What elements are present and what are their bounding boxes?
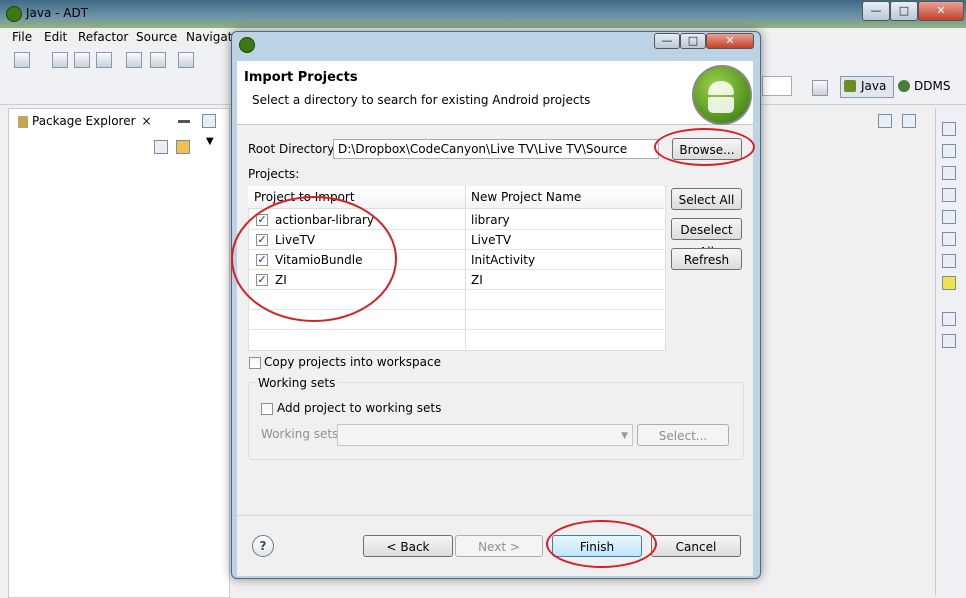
menu-edit[interactable]: Edit (44, 30, 67, 44)
next-button[interactable]: Next > (455, 535, 543, 557)
new-project-name[interactable]: InitActivity (471, 250, 535, 270)
working-sets-select-button[interactable]: Select... (637, 424, 729, 446)
root-directory-field[interactable]: D:\Dropbox\CodeCanyon\Live TV\Live TV\So… (333, 139, 659, 159)
dropdown-arrow-icon: ▼ (621, 431, 628, 441)
java-perspective-icon (844, 80, 856, 92)
window-title: Java - ADT (26, 6, 89, 20)
open-perspective-icon[interactable] (812, 80, 828, 96)
java-perspective-label: Java (861, 79, 887, 93)
menu-navigate[interactable]: Navigat (186, 30, 232, 44)
task-icon[interactable] (178, 52, 194, 68)
projects-label: Projects: (248, 167, 300, 181)
devices-icon[interactable] (942, 254, 956, 268)
outline-icon[interactable] (942, 144, 956, 158)
new-project-name[interactable]: library (471, 210, 510, 230)
download-icon[interactable] (126, 52, 142, 68)
close-button[interactable]: ✕ (918, 1, 964, 21)
ddms-perspective-label: DDMS (914, 79, 951, 93)
android-sdk-icon[interactable] (150, 52, 166, 68)
working-sets-group-title: Working sets (256, 376, 338, 390)
adt-app-icon (6, 6, 22, 22)
print-icon[interactable] (96, 52, 112, 68)
ddms-perspective-icon (898, 80, 910, 92)
annotation-circle-finish (546, 520, 657, 568)
console-icon[interactable] (942, 232, 956, 246)
add-to-working-sets-checkbox[interactable] (261, 403, 273, 415)
back-button[interactable]: < Back (363, 535, 453, 557)
dialog-header-title: Import Projects (244, 70, 358, 85)
row-divider (248, 329, 664, 330)
android-logo-icon (692, 65, 752, 125)
right-trim-bar (935, 108, 966, 596)
maximize-button[interactable]: □ (890, 1, 918, 21)
menu-file[interactable]: File (12, 30, 32, 44)
minimize-button[interactable]: — (862, 1, 890, 21)
deselect-all-button[interactable]: Deselect All (671, 218, 742, 259)
package-explorer-label: Package Explorer (32, 114, 136, 128)
maximize-view-icon[interactable] (202, 114, 216, 128)
declaration-icon[interactable] (942, 188, 956, 202)
new-project-name[interactable]: ZI (471, 270, 483, 290)
cancel-button[interactable]: Cancel (651, 535, 741, 557)
package-icon (18, 115, 28, 128)
view-menu-icon[interactable]: ▼ (206, 136, 214, 147)
quick-access-field[interactable] (762, 76, 792, 96)
dialog-header-subtitle: Select a directory to search for existin… (252, 93, 591, 107)
android-body-shape (708, 97, 734, 113)
copy-projects-label: Copy projects into workspace (264, 355, 442, 369)
copy-projects-checkbox[interactable] (249, 357, 261, 369)
link-editor-icon[interactable] (176, 140, 190, 154)
new-project-name[interactable]: LiveTV (471, 230, 511, 250)
package-explorer-view (8, 108, 230, 598)
save-all-icon[interactable] (74, 52, 90, 68)
annotation-circle-browse (654, 128, 755, 166)
annotation-circle-projects (231, 196, 397, 322)
add-to-working-sets-label: Add project to working sets (277, 401, 442, 415)
column-new-project-name[interactable]: New Project Name (471, 187, 581, 207)
dialog-maximize-button[interactable]: □ (680, 33, 706, 49)
minimize-view-icon[interactable] (178, 120, 190, 123)
collapse-all-icon[interactable] (154, 140, 168, 154)
dialog-app-icon (239, 37, 255, 53)
working-sets-dropdown[interactable]: ▼ (337, 424, 633, 446)
java-perspective[interactable]: Java (840, 76, 894, 98)
logcat-icon[interactable] (942, 276, 956, 290)
menu-source[interactable]: Source (136, 30, 177, 44)
restore-icon[interactable] (942, 122, 956, 136)
build-icon[interactable] (942, 210, 956, 224)
javadoc-icon[interactable] (942, 166, 956, 180)
root-directory-label: Root Directory: (248, 142, 338, 156)
working-sets-group (248, 382, 744, 460)
dialog-minimize-button[interactable]: — (654, 33, 680, 49)
restore-bottom-icon[interactable] (942, 312, 956, 326)
help-icon[interactable]: ? (252, 535, 274, 557)
maximize-editor-icon[interactable] (902, 114, 916, 128)
menu-refactor[interactable]: Refactor (78, 30, 128, 44)
working-sets-label: Working sets: (261, 427, 343, 441)
select-all-button[interactable]: Select All (671, 188, 742, 210)
task-list-icon[interactable] (942, 334, 956, 348)
dialog-close-button[interactable]: ✕ (706, 33, 754, 49)
new-icon[interactable] (14, 52, 30, 68)
package-explorer-tab[interactable]: Package Explorer × (12, 110, 158, 132)
save-icon[interactable] (52, 52, 68, 68)
minimize-editor-icon[interactable] (878, 114, 892, 128)
refresh-button[interactable]: Refresh (671, 248, 742, 270)
window-titlebar (0, 0, 966, 28)
android-head-shape (708, 81, 734, 95)
close-tab-icon[interactable]: × (142, 114, 152, 128)
